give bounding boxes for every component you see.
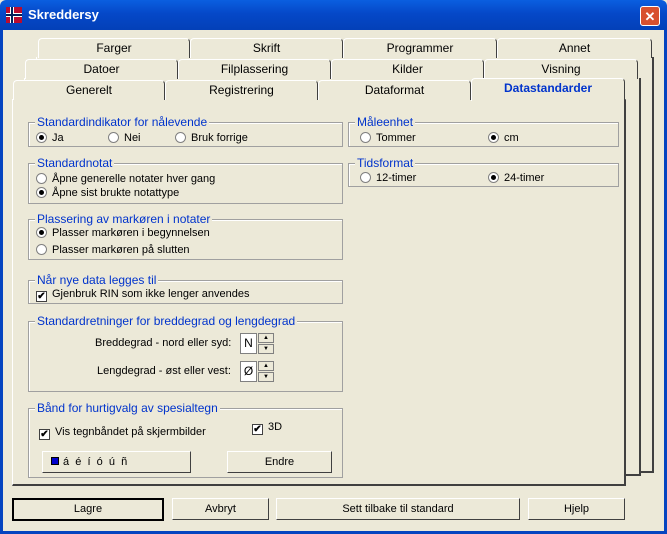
checkbox-3d[interactable]: ✔ 3D	[252, 421, 282, 435]
tab-skrift[interactable]: Skrift	[190, 38, 343, 58]
group-title: Standardnotat	[35, 156, 115, 170]
band-marker-icon	[51, 457, 59, 465]
check-icon: ✔	[36, 291, 47, 302]
tab-visning[interactable]: Visning	[484, 59, 638, 79]
group-retninger: Standardretninger for breddegrad og leng…	[28, 314, 343, 392]
radio-begynnelsen[interactable]: Plasser markøren i begynnelsen	[36, 227, 210, 240]
avbryt-button[interactable]: Avbryt	[172, 498, 269, 520]
check-icon: ✔	[39, 429, 50, 440]
radio-cm[interactable]: cm	[488, 132, 519, 145]
tab-kilder[interactable]: Kilder	[331, 59, 484, 79]
window-title: Skreddersy	[28, 7, 99, 22]
close-button[interactable]: ✕	[640, 6, 660, 26]
radio-bruk-forrige[interactable]: Bruk forrige	[175, 132, 248, 145]
check-icon: ✔	[252, 424, 263, 435]
breddegrad-value[interactable]: N	[240, 333, 257, 354]
radio-indicator	[360, 172, 371, 183]
tab-programmer[interactable]: Programmer	[343, 38, 497, 58]
radio-indicator	[36, 227, 47, 238]
radio-indicator	[360, 132, 371, 143]
group-title: Standardindikator for nålevende	[35, 115, 210, 129]
lagre-button[interactable]: Lagre	[12, 498, 164, 521]
norwegian-flag-icon	[6, 7, 22, 23]
tab-dataformat[interactable]: Dataformat	[318, 80, 471, 100]
tab-generelt[interactable]: Generelt	[13, 80, 165, 100]
radio-indicator	[488, 132, 499, 143]
tab-datastandarder[interactable]: Datastandarder	[471, 78, 625, 101]
radio-apne-sist-brukte[interactable]: Åpne sist brukte notattype	[36, 187, 179, 200]
sett-tilbake-button[interactable]: Sett tilbake til standard	[276, 498, 520, 520]
radio-nei[interactable]: Nei	[108, 132, 141, 145]
radio-24-timer[interactable]: 24-timer	[488, 172, 544, 185]
breddegrad-label: Breddegrad - nord eller syd:	[95, 337, 232, 349]
tab-filplassering[interactable]: Filplassering	[178, 59, 331, 79]
group-title: Når nye data legges til	[35, 273, 159, 287]
radio-indicator	[488, 172, 499, 183]
group-title: Standardretninger for breddegrad og leng…	[35, 314, 298, 328]
radio-slutten[interactable]: Plasser markøren på slutten	[36, 244, 190, 257]
radio-ja[interactable]: Ja	[36, 132, 64, 145]
radio-indicator	[36, 173, 47, 184]
tab-farger[interactable]: Farger	[38, 38, 190, 58]
radio-indicator	[36, 187, 47, 198]
radio-indicator	[36, 132, 47, 143]
radio-indicator	[36, 244, 47, 255]
group-title: Måleenhet	[355, 115, 416, 129]
checkbox-gjenbruk-rin[interactable]: ✔ Gjenbruk RIN som ikke lenger anvendes	[36, 288, 249, 302]
group-title: Plassering av markøren i notater	[35, 212, 213, 226]
group-title: Bånd for hurtigvalg av spesialtegn	[35, 401, 220, 415]
radio-12-timer[interactable]: 12-timer	[360, 172, 416, 185]
spin-down-icon[interactable]: ▼	[258, 344, 274, 354]
breddegrad-spinner[interactable]: N ▲ ▼	[240, 333, 275, 354]
radio-apne-generelle[interactable]: Åpne generelle notater hver gang	[36, 173, 215, 186]
spin-down-icon[interactable]: ▼	[258, 372, 274, 382]
radio-indicator	[175, 132, 186, 143]
spin-up-icon[interactable]: ▲	[258, 333, 274, 343]
tab-datoer[interactable]: Datoer	[25, 59, 178, 79]
tab-annet[interactable]: Annet	[497, 38, 652, 58]
lengdegrad-spinner[interactable]: Ø ▲ ▼	[240, 361, 275, 382]
radio-indicator	[108, 132, 119, 143]
special-chars-band[interactable]: á é í ó ú ñ	[42, 451, 191, 473]
tab-registrering[interactable]: Registrering	[165, 80, 318, 100]
hjelp-button[interactable]: Hjelp	[528, 498, 625, 520]
title-bar: Skreddersy ✕	[0, 0, 667, 30]
group-title: Tidsformat	[355, 156, 416, 170]
endre-button[interactable]: Endre	[227, 451, 332, 473]
checkbox-vis-tegnbandet[interactable]: ✔ Vis tegnbåndet på skjermbilder	[39, 426, 206, 440]
spin-up-icon[interactable]: ▲	[258, 361, 274, 371]
lengdegrad-value[interactable]: Ø	[240, 361, 257, 382]
lengdegrad-label: Lengdegrad - øst eller vest:	[97, 365, 231, 377]
radio-tommer[interactable]: Tommer	[360, 132, 416, 145]
